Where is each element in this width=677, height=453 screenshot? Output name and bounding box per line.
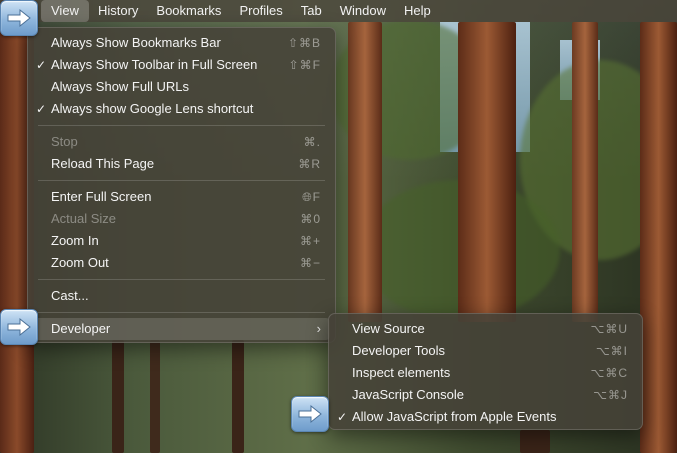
menu-separator [38,125,325,126]
tree-trunk [232,340,244,453]
tree-trunk [520,430,550,453]
menu-item-label: Zoom Out [51,255,109,270]
menu-item-shortcut: ⌘0 [300,212,321,226]
menu-item-label: Always Show Full URLs [51,79,189,94]
menu-item-shortcut: ⌥⌘I [595,344,628,358]
menu-item-always-show-toolbar-in-full-screen[interactable]: ✓ Always Show Toolbar in Full Screen ⇧⌘F [28,54,335,76]
checkmark-icon: ✓ [336,410,348,424]
right-arrow-callout-icon [0,309,38,345]
menu-item-developer-tools[interactable]: Developer Tools ⌥⌘I [329,340,642,362]
menu-separator [38,279,325,280]
menu-item-shortcut: ⌘. [303,135,321,149]
menu-item-zoom-out[interactable]: Zoom Out ⌘− [28,252,335,274]
view-menu-dropdown: Always Show Bookmarks Bar ⇧⌘B ✓ Always Show… [27,27,336,343]
menu-view[interactable]: View [41,0,89,22]
menu-item-label: Allow JavaScript from Apple Events [352,409,557,424]
menu-item-label: Developer [51,321,111,336]
menu-item-label: Cast... [51,288,89,303]
menu-item-label: Inspect elements [352,365,451,380]
menu-item-shortcut: ⌥⌘J [593,388,628,402]
right-arrow-callout-icon [291,396,329,432]
menu-item-zoom-in[interactable]: Zoom In ⌘+ [28,230,335,252]
menu-item-label: Always Show Toolbar in Full Screen [51,57,258,72]
menu-item-label: View Source [352,321,425,336]
menu-bookmarks[interactable]: Bookmarks [147,0,230,22]
menu-item-shortcut: ⌥⌘C [590,366,628,380]
menu-window[interactable]: Window [331,0,395,22]
menu-item-cast[interactable]: Cast... [28,285,335,307]
menu-item-stop: Stop ⌘. [28,131,335,153]
menu-item-inspect-elements[interactable]: Inspect elements ⌥⌘C [329,362,642,384]
menu-item-label: Developer Tools [352,343,445,358]
menu-item-always-show-bookmarks-bar[interactable]: Always Show Bookmarks Bar ⇧⌘B [28,32,335,54]
menu-item-label: Zoom In [51,233,99,248]
menu-item-label: Stop [51,134,78,149]
menu-item-shortcut: 🌐︎F [302,190,321,204]
tree-trunk [348,22,382,322]
menu-item-always-show-full-urls[interactable]: Always Show Full URLs [28,76,335,98]
tree-trunk [458,22,516,322]
menu-item-reload-this-page[interactable]: Reload This Page ⌘R [28,153,335,175]
menu-bar: View History Bookmarks Profiles Tab Wind… [0,0,677,22]
tree-trunk [572,22,598,322]
menu-item-enter-full-screen[interactable]: Enter Full Screen 🌐︎F [28,186,335,208]
menu-separator [38,312,325,313]
menu-item-label: Reload This Page [51,156,155,171]
menu-item-allow-javascript-from-apple-events[interactable]: ✓ Allow JavaScript from Apple Events [329,406,642,428]
menu-item-label: Always Show Bookmarks Bar [51,35,221,50]
tree-trunk [640,22,677,453]
tree-trunk [150,340,160,453]
checkmark-icon: ✓ [35,58,47,72]
menu-history[interactable]: History [89,0,147,22]
menu-item-label: JavaScript Console [352,387,464,402]
menu-item-shortcut: ⇧⌘B [287,36,321,50]
menu-item-label: Actual Size [51,211,117,226]
menu-item-actual-size: Actual Size ⌘0 [28,208,335,230]
menu-item-label: Enter Full Screen [51,189,152,204]
menu-item-shortcut: ⌘R [298,157,321,171]
menu-item-label: Always show Google Lens shortcut [51,101,254,116]
menu-tab[interactable]: Tab [292,0,331,22]
menu-item-shortcut: ⇧⌘F [288,58,321,72]
menu-help[interactable]: Help [395,0,440,22]
menu-item-developer[interactable]: Developer › [33,318,330,340]
developer-submenu: View Source ⌥⌘U Developer Tools ⌥⌘I Inspect … [328,313,643,430]
menu-profiles[interactable]: Profiles [230,0,291,22]
tree-trunk [112,340,124,453]
right-arrow-callout-icon [0,0,38,36]
menu-separator [38,180,325,181]
menu-item-shortcut: ⌘+ [299,234,321,248]
menu-item-view-source[interactable]: View Source ⌥⌘U [329,318,642,340]
menu-item-shortcut: ⌥⌘U [590,322,628,336]
menu-item-javascript-console[interactable]: JavaScript Console ⌥⌘J [329,384,642,406]
chevron-right-icon: › [316,321,321,336]
checkmark-icon: ✓ [35,102,47,116]
menu-item-shortcut: ⌘− [299,256,321,270]
menu-item-always-show-google-lens-shortcut[interactable]: ✓ Always show Google Lens shortcut [28,98,335,120]
